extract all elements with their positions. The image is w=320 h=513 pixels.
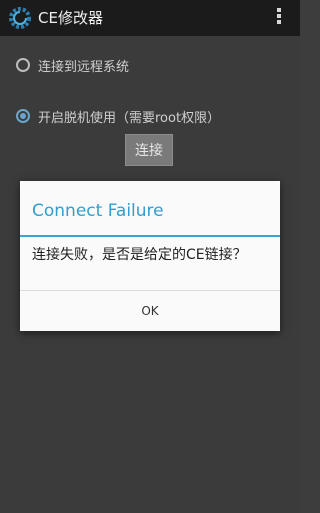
overflow-menu-icon[interactable] — [276, 8, 282, 28]
option-remote-system[interactable]: 连接到远程系统 — [16, 53, 129, 77]
ok-button[interactable]: OK — [20, 291, 280, 331]
ce-gear-icon[interactable] — [8, 6, 32, 30]
connect-button[interactable]: 连接 — [125, 134, 173, 166]
dialog-title-divider — [20, 235, 280, 237]
connect-failure-dialog: Connect Failure 连接失败，是否是给定的CE链接？ OK — [20, 181, 280, 331]
action-bar: CE修改器 — [0, 0, 300, 36]
radio-remote-system[interactable] — [16, 58, 30, 72]
app-title: CE修改器 — [38, 9, 103, 27]
option-offline-root-label: 开启脱机使用（需要root权限） — [38, 110, 221, 126]
dialog-message: 连接失败，是否是给定的CE链接？ — [32, 247, 247, 263]
option-offline-root[interactable]: 开启脱机使用（需要root权限） — [16, 104, 220, 128]
radio-offline-root[interactable] — [16, 109, 30, 123]
option-remote-system-label: 连接到远程系统 — [38, 59, 130, 75]
dialog-title: Connect Failure — [32, 201, 164, 221]
